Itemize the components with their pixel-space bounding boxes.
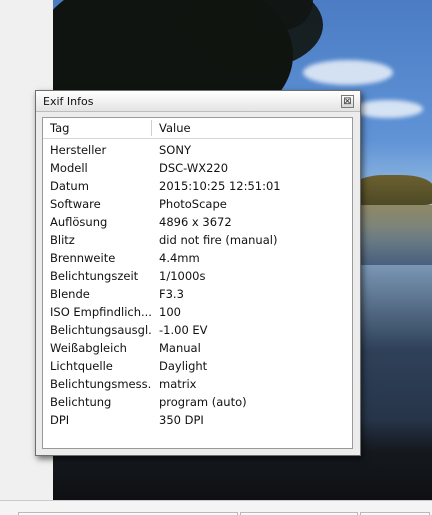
row-value: program (auto) [159,395,247,409]
list-item[interactable]: Belichtungszeit 1/1000s [43,267,352,285]
column-header-value[interactable]: Value [159,118,191,138]
exif-list[interactable]: Tag Value Hersteller SONY Modell DSC-WX220 D… [42,117,353,449]
status-strip [0,500,432,515]
row-value: 4896 x 3672 [159,215,232,229]
row-value: did not fire (manual) [159,233,278,247]
row-value: PhotoScape [159,197,227,211]
row-value: SONY [159,143,191,157]
dialog-title-bar[interactable]: Exif Infos ⊠ [36,91,360,112]
row-tag: Belichtung [50,395,112,409]
list-item[interactable]: Weißabgleich Manual [43,339,352,357]
list-item[interactable]: Blitz did not fire (manual) [43,231,352,249]
row-tag: Weißabgleich [50,341,127,355]
list-rows: Hersteller SONY Modell DSC-WX220 Datum 2015:1… [43,141,352,429]
row-tag: Belichtungsmess... [50,377,152,391]
app-window: Exif Infos ⊠ Tag Value Hersteller SONY Mod… [0,0,432,515]
list-item[interactable]: ISO Empfindlich... 100 [43,303,352,321]
row-value: matrix [159,377,197,391]
column-divider[interactable] [151,120,152,136]
close-button[interactable]: ⊠ [341,95,354,108]
row-value: Daylight [159,359,208,373]
row-tag: Brennweite [50,251,116,265]
row-tag: Lichtquelle [50,359,113,373]
list-item[interactable]: Auflösung 4896 x 3672 [43,213,352,231]
exif-dialog: Exif Infos ⊠ Tag Value Hersteller SONY Mod… [35,90,361,456]
row-tag: Datum [50,179,89,193]
list-item[interactable]: Brennweite 4.4mm [43,249,352,267]
row-tag: Software [50,197,101,211]
row-tag: Auflösung [50,215,108,229]
row-value: 100 [159,305,181,319]
row-value: 2015:10:25 12:51:01 [159,179,281,193]
list-item[interactable]: Belichtungsausgl... -1.00 EV [43,321,352,339]
cloud [303,60,393,85]
water-reflection [353,205,432,265]
dialog-title: Exif Infos [43,95,94,108]
row-tag: DPI [50,413,70,427]
row-value: 1/1000s [159,269,206,283]
row-tag: Hersteller [50,143,107,157]
row-value: DSC-WX220 [159,161,229,175]
row-tag: Blitz [50,233,75,247]
list-item[interactable]: Datum 2015:10:25 12:51:01 [43,177,352,195]
row-value: 350 DPI [159,413,204,427]
row-value: F3.3 [159,287,184,301]
row-tag: ISO Empfindlich... [50,305,152,319]
list-header: Tag Value [43,118,352,139]
distant-treeline [353,175,432,205]
row-value: 4.4mm [159,251,200,265]
list-item[interactable]: Modell DSC-WX220 [43,159,352,177]
list-item[interactable]: Hersteller SONY [43,141,352,159]
column-header-tag[interactable]: Tag [50,118,69,138]
list-item[interactable]: Software PhotoScape [43,195,352,213]
list-item[interactable]: Belichtung program (auto) [43,393,352,411]
list-item[interactable]: Lichtquelle Daylight [43,357,352,375]
row-tag: Belichtungszeit [50,269,139,283]
row-tag: Belichtungsausgl... [50,323,152,337]
row-tag: Blende [50,287,90,301]
list-item[interactable]: Blende F3.3 [43,285,352,303]
list-item[interactable]: DPI 350 DPI [43,411,352,429]
close-icon: ⊠ [343,96,352,107]
cloud [353,100,423,118]
row-value: -1.00 EV [159,323,208,337]
list-item[interactable]: Belichtungsmess... matrix [43,375,352,393]
row-tag: Modell [50,161,88,175]
row-value: Manual [159,341,201,355]
